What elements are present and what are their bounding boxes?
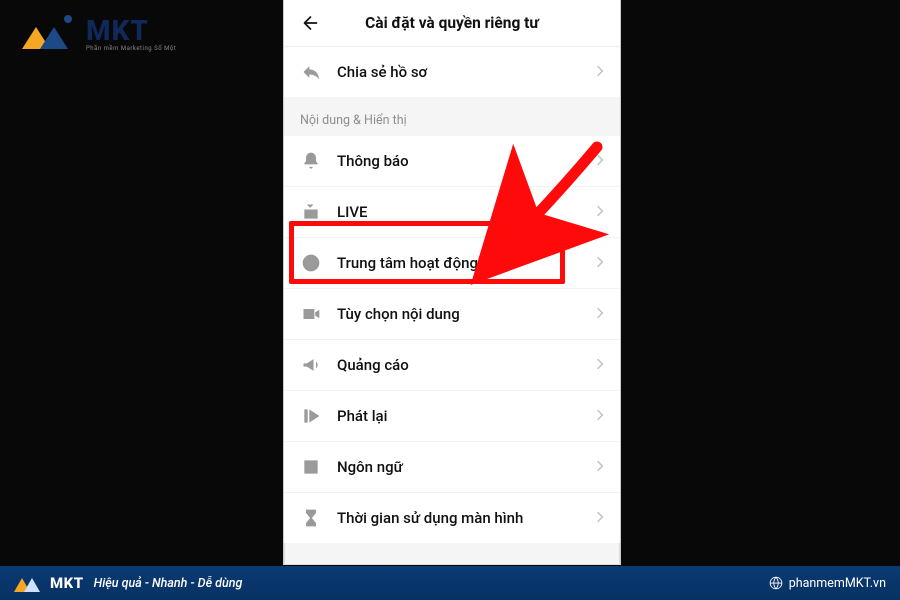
globe-icon — [769, 576, 783, 590]
play-icon — [300, 405, 322, 427]
chevron-right-icon — [596, 254, 604, 273]
page-title: Cài đặt và quyền riêng tư — [298, 14, 606, 32]
settings-row-activity-center[interactable]: Trung tâm hoạt động — [284, 237, 620, 288]
brand-name-footer: MKT — [50, 574, 84, 592]
settings-row-notifications[interactable]: Thông báo — [284, 136, 620, 186]
megaphone-icon — [300, 354, 322, 376]
section-header-content: Nội dung & Hiển thị — [284, 97, 620, 136]
brand-logo-top: MKT Phần mềm Marketing Số Một — [22, 14, 176, 52]
chevron-right-icon — [596, 305, 604, 324]
hourglass-icon — [300, 507, 322, 529]
row-label: Quảng cáo — [337, 356, 596, 374]
bell-icon — [300, 150, 322, 172]
brand-name: MKT — [86, 14, 176, 47]
row-label: LIVE — [337, 203, 596, 221]
stage: MKT Phần mềm Marketing Số Một Cài đặt và… — [0, 0, 900, 600]
row-label: Trung tâm hoạt động — [337, 254, 596, 272]
chevron-right-icon — [596, 458, 604, 477]
footer-site[interactable]: phanmemMKT.vn — [789, 576, 886, 591]
video-icon — [300, 303, 322, 325]
row-label: Ngôn ngữ — [337, 458, 596, 476]
chevron-right-icon — [596, 63, 604, 82]
footer-bar: MKT Hiệu quả - Nhanh - Dễ dùng phanmemMK… — [0, 566, 900, 600]
row-label: Thông báo — [337, 152, 596, 170]
share-profile-label: Chia sẻ hồ sơ — [337, 63, 596, 81]
brand-logo-footer — [14, 574, 44, 592]
settings-row-playback[interactable]: Phát lại — [284, 390, 620, 441]
footer-slogan: Hiệu quả - Nhanh - Dễ dùng — [94, 576, 243, 591]
chevron-right-icon — [596, 509, 604, 528]
settings-row-language[interactable]: Ngôn ngữ — [284, 441, 620, 492]
row-label: Tùy chọn nội dung — [337, 305, 596, 323]
chevron-right-icon — [596, 152, 604, 171]
settings-row-screentime[interactable]: Thời gian sử dụng màn hình — [284, 492, 620, 543]
chevron-right-icon — [596, 203, 604, 222]
row-label: Thời gian sử dụng màn hình — [337, 509, 596, 527]
phone-header: Cài đặt và quyền riêng tư — [284, 0, 620, 47]
settings-row-live[interactable]: LIVE — [284, 186, 620, 237]
brand-tagline: Phần mềm Marketing Số Một — [86, 45, 176, 52]
row-label: Phát lại — [337, 407, 596, 425]
live-icon — [300, 201, 322, 223]
share-icon — [300, 61, 322, 83]
chevron-right-icon — [596, 407, 604, 426]
settings-row-content-prefs[interactable]: Tùy chọn nội dung — [284, 288, 620, 339]
settings-row-ads[interactable]: Quảng cáo — [284, 339, 620, 390]
chevron-right-icon — [596, 356, 604, 375]
language-icon — [300, 456, 322, 478]
brand-logo-mark — [22, 17, 78, 49]
share-profile-row[interactable]: Chia sẻ hồ sơ — [284, 47, 620, 97]
phone-mock: Cài đặt và quyền riêng tư Chia sẻ hồ sơ … — [283, 0, 621, 565]
clock-icon — [300, 252, 322, 274]
